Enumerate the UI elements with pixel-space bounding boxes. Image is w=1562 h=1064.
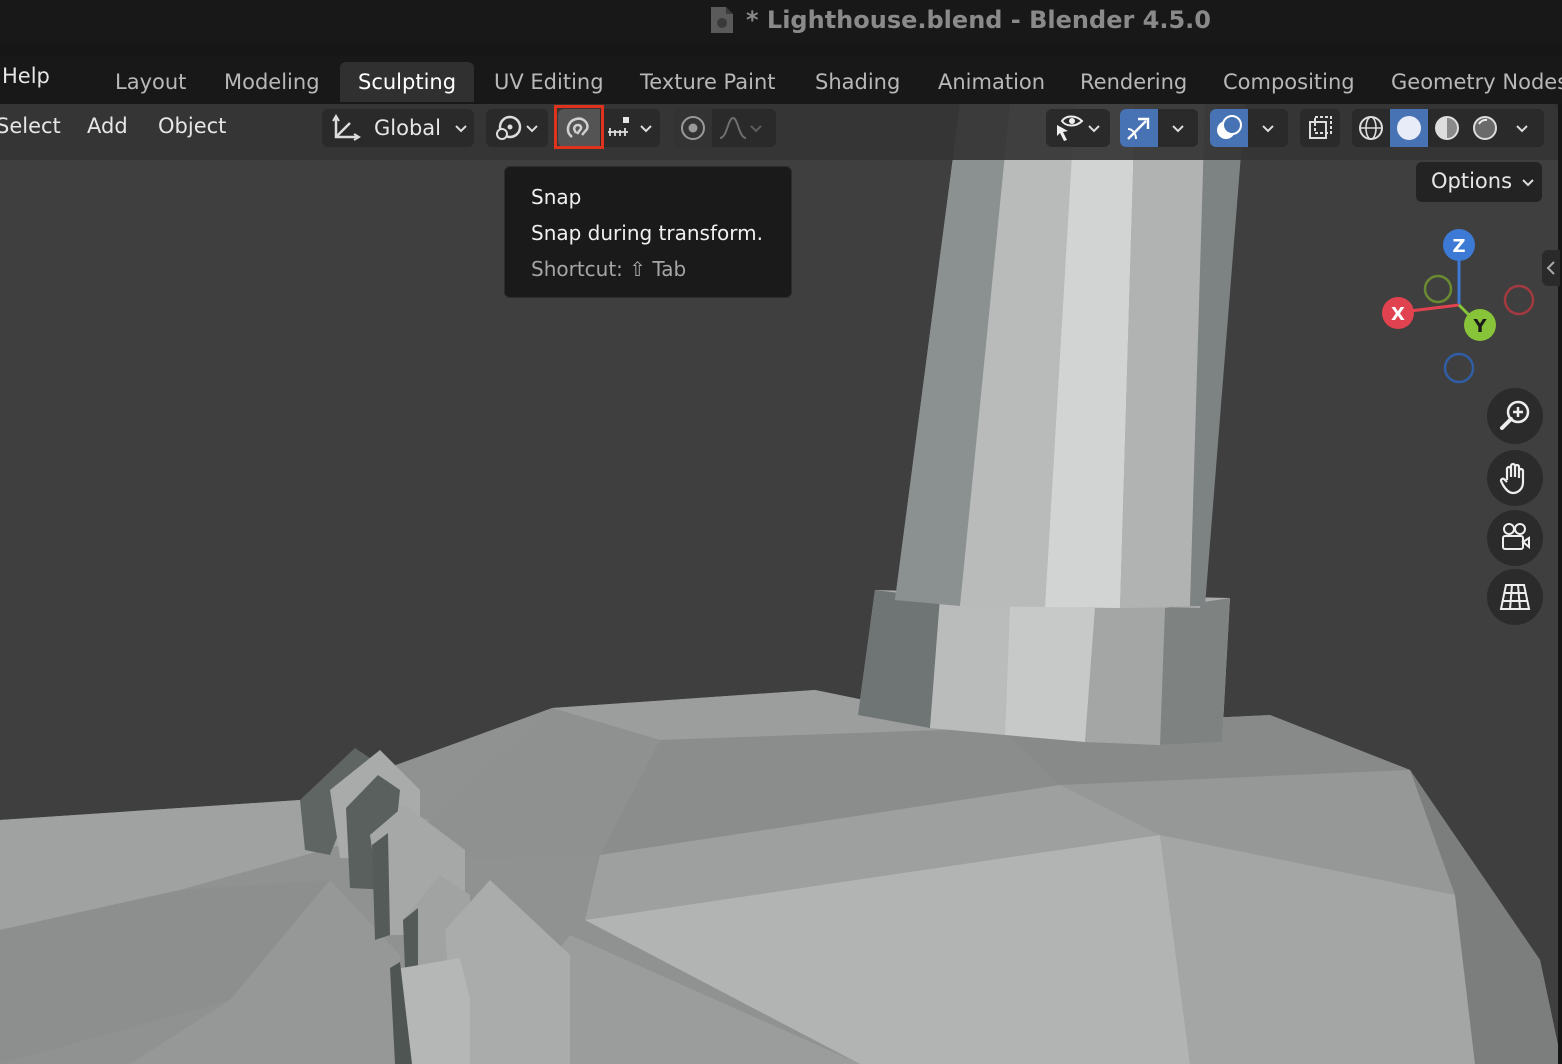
pivot-point-dropdown[interactable]: [486, 109, 548, 147]
rendered-shading-button[interactable]: [1466, 109, 1504, 147]
snap-highlight-box: [554, 105, 604, 149]
blender-file-icon: [711, 7, 733, 33]
chevron-left-icon: [1546, 261, 1555, 275]
zoom-magnifier-icon: [1500, 400, 1530, 430]
chevron-down-icon: [455, 125, 467, 133]
select-menu[interactable]: Select: [0, 114, 61, 138]
transform-orientation-icon: [332, 114, 361, 141]
solid-sphere-icon: [1397, 116, 1421, 140]
y-axis-label: Y: [1472, 316, 1487, 337]
xray-icon: [1309, 116, 1332, 139]
falloff-curve-icon: [719, 116, 747, 139]
snap-target-dropdown[interactable]: [606, 115, 654, 141]
eye-cursor-icon: [1057, 115, 1084, 141]
material-preview-button[interactable]: [1428, 109, 1466, 147]
pan-button[interactable]: [1487, 450, 1543, 506]
grid-perspective-icon: [1499, 584, 1531, 610]
tab-rendering[interactable]: Rendering: [1062, 62, 1205, 102]
chevron-down-icon: [640, 125, 652, 133]
gizmo-toggle-group: [1120, 109, 1198, 147]
camera-view-button[interactable]: [1487, 510, 1543, 566]
proportional-editing-toggle[interactable]: [674, 109, 712, 147]
tab-sculpting[interactable]: Sculpting: [340, 62, 475, 102]
neg-y-axis-handle[interactable]: [1423, 274, 1453, 304]
sidebar-toggle[interactable]: [1542, 250, 1560, 286]
overlays-toggle-button[interactable]: [1210, 109, 1248, 147]
neg-x-axis-handle[interactable]: [1503, 284, 1535, 316]
perspective-toggle-button[interactable]: [1487, 569, 1543, 625]
tab-compositing[interactable]: Compositing: [1205, 62, 1373, 102]
material-sphere-icon: [1435, 116, 1459, 140]
solid-shading-button[interactable]: [1390, 109, 1428, 147]
overlays-icon: [1217, 115, 1242, 139]
proportional-falloff-dropdown[interactable]: [718, 115, 764, 141]
options-dropdown[interactable]: Options: [1416, 162, 1542, 202]
chevron-down-icon[interactable]: [1170, 120, 1186, 136]
transform-orientation-dropdown[interactable]: Global: [322, 109, 474, 147]
overlays-group: [1210, 109, 1288, 147]
object-menu[interactable]: Object: [158, 114, 226, 138]
zoom-button[interactable]: [1487, 388, 1543, 444]
gizmo-icon: [1127, 117, 1150, 140]
snap-increment-icon: [608, 117, 629, 136]
options-label: Options: [1431, 169, 1513, 193]
tooltip-description: Snap during transform.: [531, 221, 763, 245]
gizmo-toggle-button[interactable]: [1120, 109, 1158, 147]
chevron-down-icon: [526, 125, 538, 133]
tooltip-title: Snap: [531, 185, 582, 209]
hand-icon: [1499, 462, 1525, 495]
shading-mode-group: [1352, 109, 1544, 147]
help-menu[interactable]: Help: [2, 64, 50, 88]
tab-uv-editing[interactable]: UV Editing: [476, 62, 622, 102]
tab-shading[interactable]: Shading: [797, 62, 918, 102]
tab-layout[interactable]: Layout: [97, 62, 204, 102]
transform-orientation-label: Global: [374, 116, 441, 140]
wireframe-sphere-icon: [1359, 116, 1383, 140]
tab-geometry-nodes[interactable]: Geometry Nodes: [1373, 62, 1562, 102]
object-visibility-dropdown[interactable]: [1046, 109, 1110, 147]
x-axis-label: X: [1391, 304, 1405, 325]
navigation-gizmo[interactable]: Z X Y: [1370, 220, 1540, 390]
pivot-point-icon: [496, 115, 522, 140]
tab-modeling[interactable]: Modeling: [206, 62, 338, 102]
chevron-down-icon[interactable]: [1514, 120, 1530, 136]
camera-icon: [1502, 523, 1530, 550]
add-menu[interactable]: Add: [87, 114, 128, 138]
tab-texture-paint[interactable]: Texture Paint: [622, 62, 794, 102]
neg-z-axis-handle[interactable]: [1443, 352, 1475, 384]
wireframe-shading-button[interactable]: [1352, 109, 1390, 147]
tab-animation[interactable]: Animation: [920, 62, 1063, 102]
chevron-down-icon: [750, 125, 762, 133]
snap-tooltip: Snap Snap during transform. Shortcut: ⇧ …: [504, 166, 792, 298]
proportional-editing-icon: [681, 116, 705, 140]
window-title: * Lighthouse.blend - Blender 4.5.0: [746, 6, 1211, 34]
rendered-sphere-icon: [1473, 116, 1497, 140]
chevron-down-icon: [1088, 125, 1100, 133]
tooltip-shortcut: Shortcut: ⇧ Tab: [531, 257, 687, 281]
xray-toggle-button[interactable]: [1300, 109, 1340, 147]
chevron-down-icon[interactable]: [1260, 120, 1276, 136]
proportional-editing-group: [674, 109, 776, 147]
title-bar: * Lighthouse.blend - Blender 4.5.0: [0, 0, 1562, 44]
chevron-down-icon: [1522, 179, 1534, 187]
z-axis-label: Z: [1452, 236, 1465, 257]
